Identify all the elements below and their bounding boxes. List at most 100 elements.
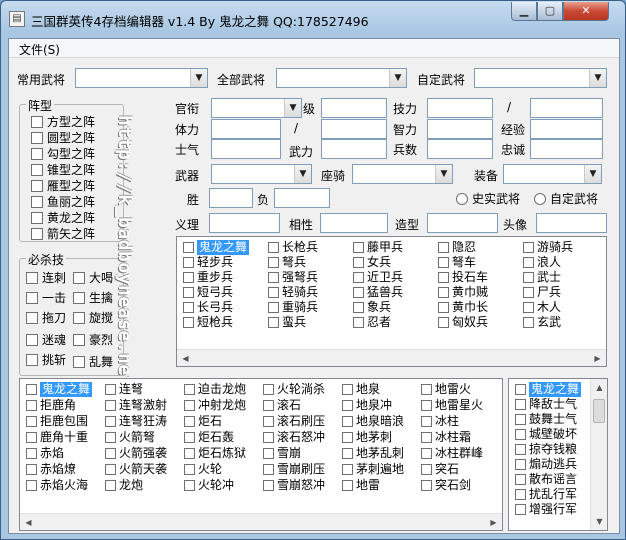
list-item[interactable]: 突石剑 (421, 478, 471, 493)
kill-skill-checkbox[interactable]: 拖刀 (26, 309, 66, 326)
list-item-checkbox[interactable] (353, 242, 364, 253)
maximize-button[interactable]: ▢ (537, 2, 563, 21)
list-item-checkbox[interactable] (421, 416, 432, 427)
list-item[interactable]: 赤焰 (26, 446, 64, 461)
list-item[interactable]: 掠夺钱粮 (515, 442, 577, 457)
list-item-checkbox[interactable] (515, 384, 526, 395)
list-item[interactable]: 冰柱霜 (421, 430, 471, 445)
list-item[interactable]: 鬼龙之舞 (183, 240, 250, 255)
list-item[interactable]: 鬼龙之舞 (26, 382, 93, 397)
list-item[interactable]: 木人 (523, 300, 561, 315)
list-item[interactable]: 地泉 (342, 382, 380, 397)
scroll-up-icon[interactable]: ▲ (591, 379, 607, 396)
list-item[interactable]: 连弩狂涛 (105, 414, 167, 429)
list-item[interactable]: 迫击龙炮 (184, 382, 246, 397)
list-item-checkbox[interactable] (26, 448, 37, 459)
list-item-checkbox[interactable] (184, 400, 195, 411)
list-item[interactable]: 轻步兵 (183, 255, 233, 270)
formation-checkbox[interactable]: 鱼丽之阵 (31, 193, 95, 210)
list-item-checkbox[interactable] (183, 242, 194, 253)
list-item[interactable]: 拒鹿角 (26, 398, 76, 413)
list-item-checkbox[interactable] (515, 504, 526, 515)
list-item-checkbox[interactable] (268, 287, 279, 298)
list-item-checkbox[interactable] (523, 302, 534, 313)
list-item[interactable]: 扰乱行军 (515, 487, 577, 502)
title-bar[interactable]: ▤ 三国群英传4存档编辑器 v1.4 By 鬼龙之舞 QQ:178527496 … (1, 1, 625, 37)
list-item-checkbox[interactable] (184, 416, 195, 427)
formation-checkbox[interactable]: 方型之阵 (31, 113, 95, 130)
list-item-checkbox[interactable] (353, 317, 364, 328)
list-item[interactable]: 匈奴兵 (438, 315, 488, 330)
list-item-checkbox[interactable] (184, 432, 195, 443)
list-item-checkbox[interactable] (342, 400, 353, 411)
list-item[interactable]: 象兵 (353, 300, 391, 315)
list-item[interactable]: 隐忍 (438, 240, 476, 255)
list-item[interactable]: 蛮兵 (268, 315, 306, 330)
kill-skill-checkbox[interactable]: 迷魂 (26, 331, 66, 348)
scroll-down-icon[interactable]: ▼ (591, 513, 607, 530)
list-item[interactable]: 浪人 (523, 255, 561, 270)
list-item-checkbox[interactable] (26, 400, 37, 411)
list-item-checkbox[interactable] (421, 480, 432, 491)
affinity-field[interactable] (320, 213, 388, 233)
hp-max-field[interactable] (321, 119, 387, 139)
list-item[interactable]: 尸兵 (523, 285, 561, 300)
kill-skill-checkbox[interactable]: 连刺 (26, 269, 66, 286)
list-item-checkbox[interactable] (26, 432, 37, 443)
list-item[interactable]: 炬石炼狱 (184, 446, 246, 461)
list-item-checkbox[interactable] (523, 317, 534, 328)
formation-checkbox[interactable]: 勾型之阵 (31, 145, 95, 162)
list-item-checkbox[interactable] (263, 432, 274, 443)
list-item[interactable]: 鹿角十重 (26, 430, 88, 445)
list-item-checkbox[interactable] (421, 448, 432, 459)
list-item[interactable]: 地雷 (342, 478, 380, 493)
force-field[interactable] (321, 139, 387, 159)
list-item[interactable]: 强弩兵 (268, 270, 318, 285)
list-item[interactable]: 黄巾贼 (438, 285, 488, 300)
list-item-checkbox[interactable] (421, 464, 432, 475)
list-item-checkbox[interactable] (438, 272, 449, 283)
list-item-checkbox[interactable] (438, 317, 449, 328)
list-item[interactable]: 连弩 (105, 382, 143, 397)
scroll-left-icon[interactable]: ◀ (177, 350, 194, 366)
list-item[interactable]: 火轮冲 (184, 478, 234, 493)
list-item[interactable]: 连弩激射 (105, 398, 167, 413)
list-item-checkbox[interactable] (438, 257, 449, 268)
skill-max-field[interactable] (530, 98, 603, 118)
list-item[interactable]: 弩兵 (268, 255, 306, 270)
list-item-checkbox[interactable] (523, 242, 534, 253)
list-item[interactable]: 雪崩刷压 (263, 462, 325, 477)
list-item-checkbox[interactable] (268, 272, 279, 283)
list-item[interactable]: 火箭弩 (105, 430, 155, 445)
list-item-checkbox[interactable] (515, 489, 526, 500)
list-item-checkbox[interactable] (268, 317, 279, 328)
kill-skill-checkbox[interactable]: 一击 (26, 289, 66, 306)
list-item-checkbox[interactable] (353, 257, 364, 268)
list-item-checkbox[interactable] (105, 448, 116, 459)
intellect-field[interactable] (427, 119, 493, 139)
kill-skill-checkbox[interactable]: 挑斩 (26, 351, 66, 368)
custom-general-select[interactable]: ▼ (474, 68, 607, 88)
list-item[interactable]: 火轮 (184, 462, 222, 477)
list-item-checkbox[interactable] (342, 448, 353, 459)
list-item[interactable]: 长弓兵 (183, 300, 233, 315)
list-item[interactable]: 茅刺遍地 (342, 462, 404, 477)
level-field[interactable] (321, 98, 387, 118)
list-item[interactable]: 黄巾长 (438, 300, 488, 315)
troops-field[interactable] (427, 139, 493, 159)
list-item[interactable]: 近卫兵 (353, 270, 403, 285)
list-item-checkbox[interactable] (421, 384, 432, 395)
list-item[interactable]: 藤甲兵 (353, 240, 403, 255)
formation-checkbox[interactable]: 黄龙之阵 (31, 209, 95, 226)
skill-field[interactable] (427, 98, 493, 118)
radio-custom-general[interactable]: 自定武将 (534, 190, 598, 207)
list-item[interactable]: 女兵 (353, 255, 391, 270)
list-item-checkbox[interactable] (184, 480, 195, 491)
list-item-checkbox[interactable] (342, 480, 353, 491)
list-item-checkbox[interactable] (26, 464, 37, 475)
formation-checkbox[interactable]: 圆型之阵 (31, 129, 95, 146)
lose-field[interactable] (274, 188, 330, 208)
list-item[interactable]: 游骑兵 (523, 240, 573, 255)
list-item[interactable]: 地泉冲 (342, 398, 392, 413)
list-item[interactable]: 弩车 (438, 255, 476, 270)
